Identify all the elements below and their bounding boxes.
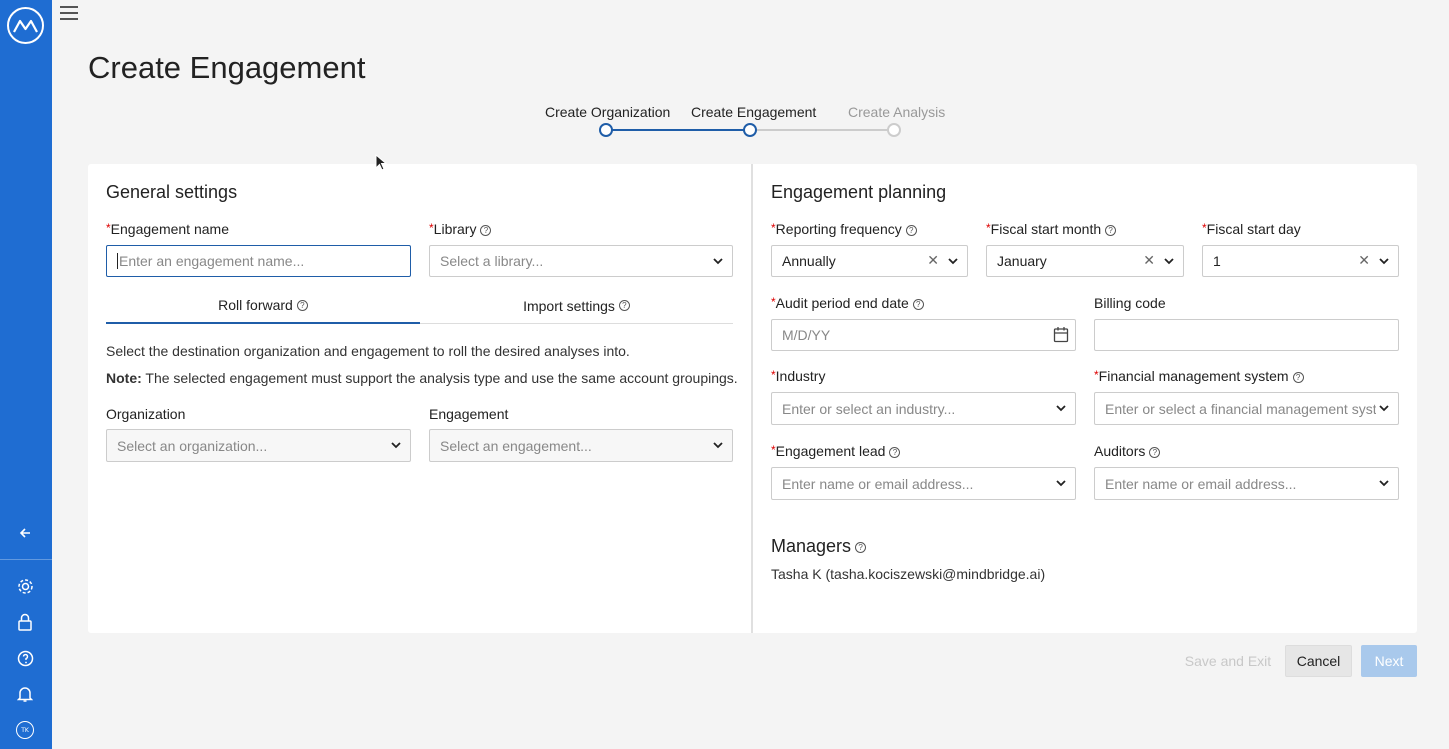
step-connector-pending: [750, 129, 894, 131]
chevron-down-icon: [1164, 258, 1174, 265]
chevron-down-icon: [1379, 258, 1389, 265]
fiscal-start-month-label: *Fiscal start month?: [986, 221, 1117, 237]
chevron-down-icon: [713, 442, 723, 449]
audit-period-end-input[interactable]: M/D/YY: [771, 319, 1076, 351]
fiscal-start-day-select[interactable]: 1 ✕: [1202, 245, 1399, 277]
save-and-exit-button[interactable]: Save and Exit: [1180, 645, 1276, 677]
help-icon[interactable]: ?: [1292, 371, 1304, 383]
cancel-button[interactable]: Cancel: [1285, 645, 1352, 677]
chevron-down-icon: [948, 258, 958, 265]
page-title: Create Engagement: [88, 50, 366, 85]
avatar[interactable]: TK: [16, 721, 34, 739]
managers-title: Managers?: [771, 536, 867, 557]
engagement-name-label: *Engagement name: [106, 221, 229, 237]
engagement-name-input[interactable]: Enter an engagement name...: [106, 245, 411, 277]
step-create-organization: Create Organization: [545, 104, 671, 120]
help-icon[interactable]: ?: [618, 300, 630, 311]
organization-label: Organization: [106, 406, 186, 422]
chevron-down-icon: [1379, 480, 1389, 487]
clear-icon[interactable]: ✕: [1358, 252, 1370, 269]
general-settings-title: General settings: [106, 182, 238, 202]
library-label: *Library?: [429, 221, 492, 237]
roll-forward-note: Note: The selected engagement must suppo…: [106, 370, 738, 386]
chevron-down-icon: [1056, 405, 1066, 412]
step-dot-organization: [599, 123, 613, 137]
fiscal-start-day-label: *Fiscal start day: [1202, 221, 1301, 237]
step-create-analysis: Create Analysis: [848, 104, 946, 120]
library-select[interactable]: Select a library...: [429, 245, 733, 277]
auditors-label: Auditors?: [1094, 443, 1161, 459]
engagement-label: Engagement: [429, 406, 509, 422]
chevron-down-icon: [1056, 480, 1066, 487]
tab-import-settings[interactable]: Import settings?: [420, 288, 733, 324]
audit-period-end-label: *Audit period end date?: [771, 295, 924, 311]
help-icon[interactable]: ?: [296, 299, 308, 311]
billing-code-input[interactable]: [1094, 319, 1399, 351]
step-connector-complete: [606, 129, 750, 131]
mouse-cursor-icon: [375, 154, 387, 171]
chevron-down-icon: [1379, 405, 1389, 412]
help-icon[interactable]: ?: [1105, 224, 1117, 236]
chevron-down-icon: [713, 258, 723, 265]
bell-icon[interactable]: [14, 683, 36, 705]
financial-management-system-select[interactable]: Enter or select a financial management s…: [1094, 392, 1399, 425]
help-icon[interactable]: [14, 647, 36, 669]
roll-forward-description: Select the destination organization and …: [106, 343, 630, 359]
help-icon[interactable]: ?: [889, 446, 901, 458]
manager-entry: Tasha K (tasha.kociszewski@mindbridge.ai…: [771, 566, 1046, 582]
financial-management-system-label: *Financial management system?: [1094, 368, 1304, 384]
help-icon[interactable]: ?: [480, 224, 492, 236]
auditors-select[interactable]: Enter name or email address...: [1094, 467, 1399, 500]
stepper: Create Organization Create Engagement Cr…: [540, 104, 960, 144]
fiscal-start-month-select[interactable]: January ✕: [986, 245, 1184, 277]
lock-icon[interactable]: [14, 611, 36, 633]
menu-icon[interactable]: [60, 6, 78, 22]
sidebar-divider: [0, 559, 52, 560]
industry-label: *Industry: [771, 368, 826, 384]
clear-icon[interactable]: ✕: [927, 252, 939, 269]
clear-icon[interactable]: ✕: [1143, 252, 1155, 269]
engagement-select[interactable]: Select an engagement...: [429, 429, 733, 462]
gear-icon[interactable]: [14, 575, 36, 597]
reporting-frequency-label: *Reporting frequency?: [771, 221, 917, 237]
back-arrow-icon[interactable]: [14, 522, 36, 544]
step-dot-engagement: [743, 123, 757, 137]
industry-select[interactable]: Enter or select an industry...: [771, 392, 1076, 425]
calendar-icon[interactable]: [1053, 326, 1069, 343]
help-icon[interactable]: ?: [905, 224, 917, 236]
card-divider: [751, 164, 753, 633]
tab-roll-forward[interactable]: Roll forward?: [106, 288, 420, 324]
billing-code-label: Billing code: [1094, 295, 1166, 311]
step-dot-analysis: [887, 123, 901, 137]
chevron-down-icon: [391, 442, 401, 449]
engagement-lead-label: *Engagement lead?: [771, 443, 901, 459]
help-icon[interactable]: ?: [855, 541, 867, 553]
reporting-frequency-select[interactable]: Annually ✕: [771, 245, 968, 277]
help-icon[interactable]: ?: [912, 298, 924, 310]
help-icon[interactable]: ?: [1149, 446, 1161, 458]
app-logo[interactable]: [7, 7, 44, 44]
engagement-planning-title: Engagement planning: [771, 182, 947, 202]
organization-select[interactable]: Select an organization...: [106, 429, 411, 462]
step-create-engagement: Create Engagement: [691, 104, 817, 120]
next-button[interactable]: Next: [1361, 645, 1417, 677]
sidebar: TK: [0, 0, 52, 749]
engagement-lead-select[interactable]: Enter name or email address...: [771, 467, 1076, 500]
